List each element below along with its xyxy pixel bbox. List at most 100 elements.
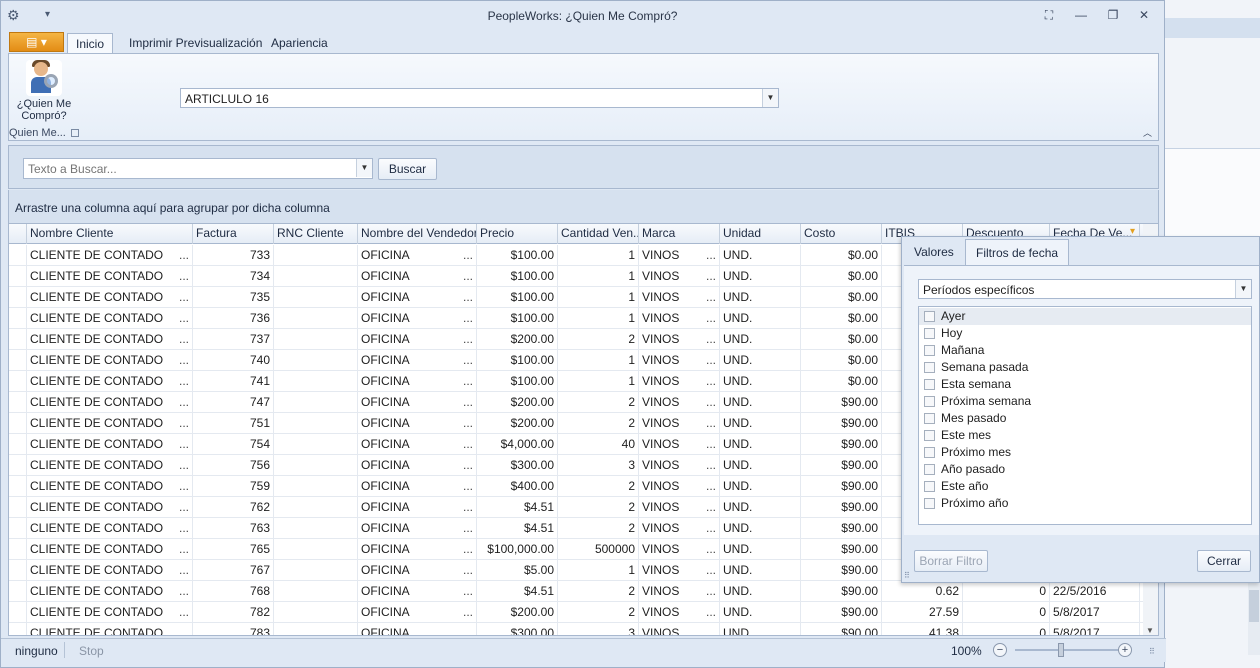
checkbox[interactable] [924, 413, 935, 424]
cell-marca[interactable]: VINOS... [639, 455, 720, 476]
row-indicator[interactable] [9, 602, 27, 623]
cell-vendedor[interactable]: OFICINA... [358, 581, 477, 602]
ellipsis-icon[interactable]: ... [179, 287, 189, 307]
cell-factura[interactable]: 747 [193, 392, 274, 413]
cell-cliente[interactable]: CLIENTE DE CONTADO... [27, 287, 193, 308]
ellipsis-icon[interactable]: ... [179, 329, 189, 349]
cell-precio[interactable]: $5.00 [477, 560, 558, 581]
cell-marca[interactable]: VINOS... [639, 329, 720, 350]
date-period-item[interactable]: Esta semana [919, 376, 1251, 393]
checkbox[interactable] [924, 498, 935, 509]
cell-costo[interactable]: $0.00 [801, 371, 882, 392]
date-period-item[interactable]: Semana pasada [919, 359, 1251, 376]
cell-precio[interactable]: $200.00 [477, 413, 558, 434]
cell-precio[interactable]: $100,000.00 [477, 539, 558, 560]
cell-rnc[interactable] [274, 329, 358, 350]
ellipsis-icon[interactable]: ... [179, 539, 189, 559]
chevron-down-icon[interactable]: ▼ [762, 89, 778, 107]
cell-marca[interactable]: VINOS... [639, 371, 720, 392]
cell-rnc[interactable] [274, 371, 358, 392]
row-indicator[interactable] [9, 455, 27, 476]
cell-cliente[interactable]: CLIENTE DE CONTADO... [27, 371, 193, 392]
cell-vendedor[interactable]: OFICINA... [358, 392, 477, 413]
ellipsis-icon[interactable]: ... [179, 476, 189, 496]
minimize-button[interactable]: — [1072, 7, 1090, 23]
cell-fecha[interactable]: 22/5/2016 [1050, 581, 1140, 602]
cell-rnc[interactable] [274, 581, 358, 602]
ellipsis-icon[interactable]: ... [463, 371, 473, 391]
cell-marca[interactable]: VINOS... [639, 245, 720, 266]
cell-vendedor[interactable]: OFICINA... [358, 434, 477, 455]
ellipsis-icon[interactable]: ... [463, 455, 473, 475]
checkbox[interactable] [924, 379, 935, 390]
cell-marca[interactable]: VINOS... [639, 308, 720, 329]
zoom-in-icon[interactable]: + [1118, 643, 1132, 657]
cell-unidad[interactable]: UND. [720, 266, 801, 287]
date-period-item[interactable]: Próximo mes [919, 444, 1251, 461]
cell-rnc[interactable] [274, 266, 358, 287]
row-indicator[interactable] [9, 518, 27, 539]
cell-cantidad[interactable]: 3 [558, 455, 639, 476]
ellipsis-icon[interactable]: ... [706, 308, 716, 328]
ellipsis-icon[interactable]: ... [463, 266, 473, 286]
ellipsis-icon[interactable]: ... [463, 287, 473, 307]
cell-cantidad[interactable]: 1 [558, 371, 639, 392]
row-indicator[interactable] [9, 497, 27, 518]
cell-precio[interactable]: $300.00 [477, 623, 558, 635]
cell-marca[interactable]: VINOS... [639, 581, 720, 602]
cell-factura[interactable]: 740 [193, 350, 274, 371]
cell-costo[interactable]: $90.00 [801, 434, 882, 455]
cell-costo[interactable]: $0.00 [801, 287, 882, 308]
cell-unidad[interactable]: UND. [720, 497, 801, 518]
cell-vendedor[interactable]: OFICINA... [358, 245, 477, 266]
cell-vendedor[interactable]: OFICINA... [358, 476, 477, 497]
cell-cliente[interactable]: CLIENTE DE CONTADO... [27, 329, 193, 350]
zoom-slider-thumb[interactable] [1058, 643, 1064, 657]
cell-marca[interactable]: VINOS... [639, 287, 720, 308]
column-header-precio[interactable]: Precio [477, 224, 558, 244]
cell-rnc[interactable] [274, 497, 358, 518]
date-period-item[interactable]: Hoy [919, 325, 1251, 342]
ellipsis-icon[interactable]: ... [179, 518, 189, 538]
ellipsis-icon[interactable]: ... [463, 392, 473, 412]
ellipsis-icon[interactable]: ... [706, 392, 716, 412]
cell-descuento[interactable]: 0 [963, 623, 1050, 635]
cell-marca[interactable]: VINOS... [639, 476, 720, 497]
table-row[interactable]: CLIENTE DE CONTADO... 768 OFICINA... $4.51 2… [9, 581, 1158, 602]
group-panel[interactable]: Arrastre una columna aquí para agrupar p… [8, 190, 1159, 223]
cell-unidad[interactable]: UND. [720, 413, 801, 434]
cell-cantidad[interactable]: 500000 [558, 539, 639, 560]
cell-cantidad[interactable]: 2 [558, 518, 639, 539]
ellipsis-icon[interactable]: ... [179, 413, 189, 433]
ellipsis-icon[interactable]: ... [463, 623, 473, 635]
cell-rnc[interactable] [274, 476, 358, 497]
ellipsis-icon[interactable]: ... [463, 308, 473, 328]
cell-itbis[interactable]: 0.62 [882, 581, 963, 602]
checkbox[interactable] [924, 362, 935, 373]
cell-descuento[interactable]: 0 [963, 581, 1050, 602]
ellipsis-icon[interactable]: ... [463, 329, 473, 349]
tab-imprimir-previsualizacion[interactable]: Imprimir Previsualización [121, 33, 270, 53]
cell-unidad[interactable]: UND. [720, 518, 801, 539]
ellipsis-icon[interactable]: ... [179, 245, 189, 265]
column-header-factura[interactable]: Factura [193, 224, 274, 244]
cell-cantidad[interactable]: 1 [558, 266, 639, 287]
row-indicator[interactable] [9, 560, 27, 581]
cell-unidad[interactable]: UND. [720, 539, 801, 560]
row-indicator[interactable] [9, 434, 27, 455]
cell-costo[interactable]: $90.00 [801, 518, 882, 539]
cell-cantidad[interactable]: 2 [558, 497, 639, 518]
quien-me-compro-button[interactable]: ¿Quien Me Compró? [13, 58, 75, 128]
application-menu-button[interactable]: ▤ ▾ [9, 32, 64, 52]
cell-factura[interactable]: 768 [193, 581, 274, 602]
cell-cantidad[interactable]: 40 [558, 434, 639, 455]
ellipsis-icon[interactable]: ... [179, 560, 189, 580]
close-button[interactable]: ✕ [1135, 7, 1153, 23]
cell-cliente[interactable]: CLIENTE DE CONTADO... [27, 539, 193, 560]
cell-cliente[interactable]: CLIENTE DE CONTADO... [27, 455, 193, 476]
row-indicator[interactable] [9, 413, 27, 434]
collapse-ribbon-icon[interactable]: ︿ [1143, 126, 1152, 139]
cell-marca[interactable]: VINOS... [639, 434, 720, 455]
ellipsis-icon[interactable]: ... [706, 350, 716, 370]
cell-vendedor[interactable]: OFICINA... [358, 350, 477, 371]
